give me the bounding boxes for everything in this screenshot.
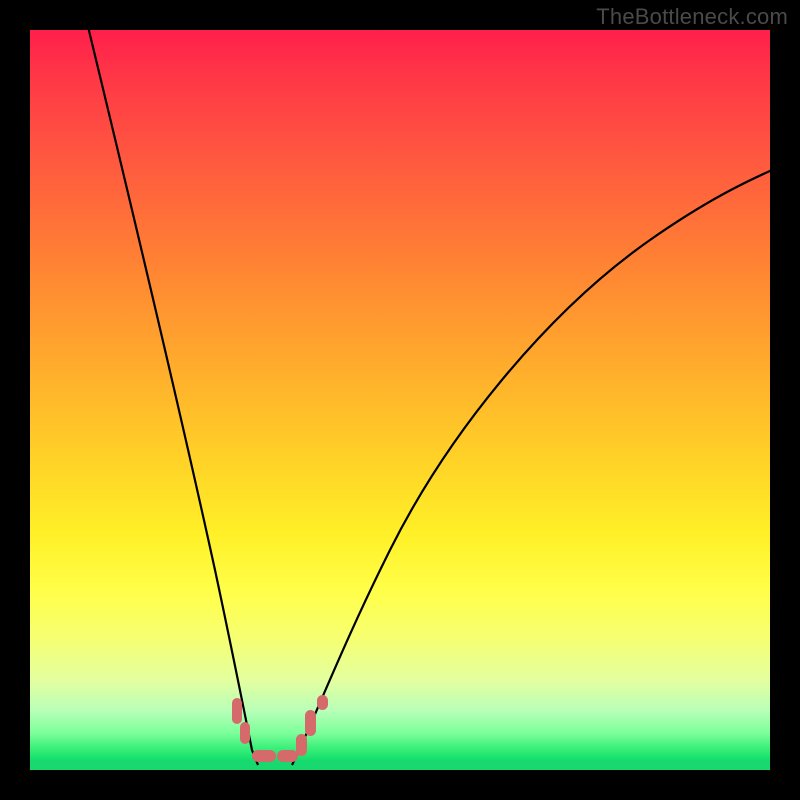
marker-m2 (240, 722, 250, 744)
curve-right (292, 170, 770, 765)
marker-m7 (317, 695, 328, 710)
watermark-text: TheBottleneck.com (596, 4, 788, 30)
marker-m5 (296, 734, 307, 756)
curve-left (84, 30, 258, 765)
marker-m1 (232, 698, 242, 724)
bottleneck-curve (30, 30, 770, 770)
marker-m6 (305, 710, 316, 736)
plot-area (30, 30, 770, 770)
marker-m4 (277, 750, 298, 762)
chart-container: TheBottleneck.com (0, 0, 800, 800)
marker-m3 (252, 750, 276, 762)
